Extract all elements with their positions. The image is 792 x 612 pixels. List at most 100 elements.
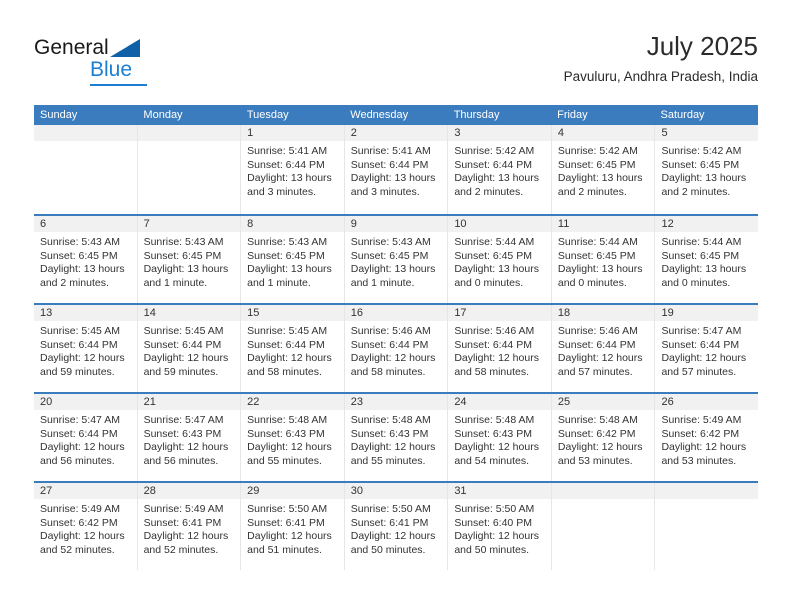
- day-cell[interactable]: 14 Sunrise: 5:45 AM Sunset: 6:44 PM Dayligh…: [137, 305, 242, 392]
- daylight-duration-line1: Daylight: 13 hours: [661, 172, 747, 184]
- sunrise-time: Sunrise: 5:45 AM: [247, 325, 328, 337]
- day-cell[interactable]: 26 Sunrise: 5:49 AM Sunset: 6:42 PM Dayligh…: [655, 394, 759, 481]
- day-number: 11: [551, 216, 655, 232]
- day-details: Sunrise: 5:44 AM Sunset: 6:45 PM Daylight:…: [552, 232, 655, 290]
- day-cell[interactable]: 19 Sunrise: 5:47 AM Sunset: 6:44 PM Dayligh…: [655, 305, 759, 392]
- day-number: 26: [655, 394, 759, 410]
- day-cell[interactable]: 29 Sunrise: 5:50 AM Sunset: 6:41 PM Dayligh…: [241, 483, 345, 570]
- day-details: Sunrise: 5:47 AM Sunset: 6:44 PM Daylight:…: [655, 321, 758, 379]
- day-details: Sunrise: 5:47 AM Sunset: 6:43 PM Daylight:…: [138, 410, 241, 468]
- day-cell[interactable]: 8 Sunrise: 5:43 AM Sunset: 6:45 PM Daylight…: [241, 216, 345, 303]
- day-cell[interactable]: 11 Sunrise: 5:44 AM Sunset: 6:45 PM Dayligh…: [551, 216, 656, 303]
- sunset-time: Sunset: 6:44 PM: [557, 338, 636, 351]
- daylight-duration-line1: Daylight: 12 hours: [557, 441, 643, 453]
- daylight-duration-line1: Daylight: 13 hours: [661, 263, 747, 275]
- brand-logo[interactable]: General Blue: [34, 36, 234, 88]
- day-number: 17: [448, 305, 551, 321]
- sunset-time: Sunset: 6:45 PM: [247, 249, 325, 262]
- brand-name-general: General: [34, 36, 109, 59]
- daylight-duration-line2: and 50 minutes.: [454, 543, 530, 556]
- sunrise-time: Sunrise: 5:43 AM: [143, 236, 224, 248]
- sunrise-time: Sunrise: 5:45 AM: [143, 325, 224, 337]
- daylight-duration-line2: and 59 minutes.: [40, 365, 115, 378]
- sunset-time: Sunset: 6:45 PM: [661, 249, 740, 262]
- sunset-time: Sunset: 6:41 PM: [350, 516, 429, 529]
- daylight-duration-line2: and 0 minutes.: [557, 276, 627, 289]
- sunrise-time: Sunrise: 5:47 AM: [40, 414, 120, 426]
- sunrise-time: Sunrise: 5:46 AM: [454, 325, 535, 337]
- sunrise-time: Sunrise: 5:44 AM: [557, 236, 638, 248]
- day-cell[interactable]: 28 Sunrise: 5:49 AM Sunset: 6:41 PM Dayligh…: [137, 483, 242, 570]
- sunrise-time: Sunrise: 5:43 AM: [350, 236, 431, 248]
- daylight-duration-line2: and 0 minutes.: [454, 276, 524, 289]
- sunrise-time: Sunrise: 5:48 AM: [557, 414, 638, 426]
- sunrise-time: Sunrise: 5:46 AM: [350, 325, 431, 337]
- title-block: July 2025 Pavuluru, Andhra Pradesh, Indi…: [564, 30, 758, 87]
- weekday-header-sunday: Sunday: [40, 109, 78, 121]
- day-cell[interactable]: 12 Sunrise: 5:44 AM Sunset: 6:45 PM Dayligh…: [655, 216, 759, 303]
- sunrise-time: Sunrise: 5:49 AM: [40, 503, 120, 515]
- day-details: Sunrise: 5:43 AM Sunset: 6:45 PM Daylight:…: [34, 232, 137, 290]
- sunrise-time: Sunrise: 5:41 AM: [247, 145, 328, 157]
- day-cell[interactable]: 1 Sunrise: 5:41 AM Sunset: 6:44 PM Daylight…: [241, 125, 345, 214]
- sunset-time: Sunset: 6:44 PM: [350, 338, 429, 351]
- brand-underline: [90, 84, 147, 86]
- day-cell[interactable]: 7 Sunrise: 5:43 AM Sunset: 6:45 PM Daylight…: [137, 216, 242, 303]
- sunset-time: Sunset: 6:43 PM: [350, 427, 429, 440]
- day-cell[interactable]: 20 Sunrise: 5:47 AM Sunset: 6:44 PM Dayligh…: [34, 394, 138, 481]
- daylight-duration-line2: and 53 minutes.: [661, 454, 737, 467]
- sunset-time: Sunset: 6:45 PM: [143, 249, 222, 262]
- daylight-duration-line2: and 1 minute.: [143, 276, 208, 289]
- calendar-page: General Blue July 2025 Pavuluru, Andhra …: [0, 0, 792, 612]
- daylight-duration-line1: Daylight: 13 hours: [454, 172, 539, 184]
- day-cell[interactable]: 16 Sunrise: 5:46 AM Sunset: 6:44 PM Dayligh…: [344, 305, 449, 392]
- day-number: 23: [344, 394, 448, 410]
- day-number: 5: [655, 125, 759, 141]
- day-cell[interactable]: 31 Sunrise: 5:50 AM Sunset: 6:40 PM Dayligh…: [448, 483, 552, 570]
- day-cell[interactable]: 2 Sunrise: 5:41 AM Sunset: 6:44 PM Daylight…: [344, 125, 449, 214]
- day-cell[interactable]: 13 Sunrise: 5:45 AM Sunset: 6:44 PM Dayligh…: [34, 305, 138, 392]
- day-number: 24: [448, 394, 551, 410]
- day-number: 7: [137, 216, 241, 232]
- day-cell[interactable]: 15 Sunrise: 5:45 AM Sunset: 6:44 PM Dayligh…: [241, 305, 345, 392]
- daylight-duration-line1: Daylight: 12 hours: [454, 441, 539, 453]
- day-cell[interactable]: 27 Sunrise: 5:49 AM Sunset: 6:42 PM Dayligh…: [34, 483, 138, 570]
- daylight-duration-line2: and 56 minutes.: [40, 454, 115, 467]
- daylight-duration-line2: and 56 minutes.: [143, 454, 219, 467]
- day-cell[interactable]: 25 Sunrise: 5:48 AM Sunset: 6:42 PM Dayligh…: [551, 394, 656, 481]
- day-details: Sunrise: 5:46 AM Sunset: 6:44 PM Daylight:…: [345, 321, 448, 379]
- daylight-duration-line1: Daylight: 12 hours: [247, 352, 332, 364]
- day-cell[interactable]: 6 Sunrise: 5:43 AM Sunset: 6:45 PM Daylight…: [34, 216, 138, 303]
- day-cell[interactable]: 21 Sunrise: 5:47 AM Sunset: 6:43 PM Dayligh…: [137, 394, 242, 481]
- day-cell[interactable]: 10 Sunrise: 5:44 AM Sunset: 6:45 PM Dayligh…: [448, 216, 552, 303]
- daylight-duration-line1: Daylight: 12 hours: [350, 352, 436, 364]
- sunrise-time: Sunrise: 5:49 AM: [661, 414, 742, 426]
- day-number: [34, 125, 137, 141]
- sunrise-time: Sunrise: 5:44 AM: [454, 236, 535, 248]
- day-cell[interactable]: 18 Sunrise: 5:46 AM Sunset: 6:44 PM Dayligh…: [551, 305, 656, 392]
- daylight-duration-line1: Daylight: 13 hours: [40, 263, 125, 275]
- day-number: 12: [655, 216, 759, 232]
- daylight-duration-line2: and 2 minutes.: [40, 276, 109, 289]
- daylight-duration-line1: Daylight: 13 hours: [247, 263, 332, 275]
- daylight-duration-line1: Daylight: 13 hours: [557, 172, 643, 184]
- daylight-duration-line2: and 58 minutes.: [350, 365, 426, 378]
- calendar-week-row: 6 Sunrise: 5:43 AM Sunset: 6:45 PM Daylight…: [34, 214, 759, 303]
- page-header: General Blue July 2025 Pavuluru, Andhra …: [34, 30, 758, 92]
- daylight-duration-line1: Daylight: 12 hours: [40, 441, 125, 453]
- daylight-duration-line2: and 1 minute.: [350, 276, 415, 289]
- day-cell[interactable]: 9 Sunrise: 5:43 AM Sunset: 6:45 PM Daylight…: [344, 216, 449, 303]
- day-cell[interactable]: 22 Sunrise: 5:48 AM Sunset: 6:43 PM Dayligh…: [241, 394, 345, 481]
- day-cell[interactable]: 4 Sunrise: 5:42 AM Sunset: 6:45 PM Daylight…: [551, 125, 656, 214]
- day-cell[interactable]: 23 Sunrise: 5:48 AM Sunset: 6:43 PM Dayligh…: [344, 394, 449, 481]
- brand-name-blue: Blue: [90, 58, 133, 81]
- day-cell[interactable]: 24 Sunrise: 5:48 AM Sunset: 6:43 PM Dayligh…: [448, 394, 552, 481]
- calendar-week-row: 1 Sunrise: 5:41 AM Sunset: 6:44 PM Daylight…: [34, 125, 759, 214]
- sunset-time: Sunset: 6:44 PM: [143, 338, 222, 351]
- day-cell[interactable]: 30 Sunrise: 5:50 AM Sunset: 6:41 PM Dayligh…: [344, 483, 449, 570]
- sunset-time: Sunset: 6:45 PM: [661, 158, 740, 171]
- calendar-week-row: 27 Sunrise: 5:49 AM Sunset: 6:42 PM Dayligh…: [34, 481, 759, 570]
- day-cell[interactable]: 17 Sunrise: 5:46 AM Sunset: 6:44 PM Dayligh…: [448, 305, 552, 392]
- day-cell[interactable]: 3 Sunrise: 5:42 AM Sunset: 6:44 PM Daylight…: [448, 125, 552, 214]
- day-cell[interactable]: 5 Sunrise: 5:42 AM Sunset: 6:45 PM Daylight…: [655, 125, 759, 214]
